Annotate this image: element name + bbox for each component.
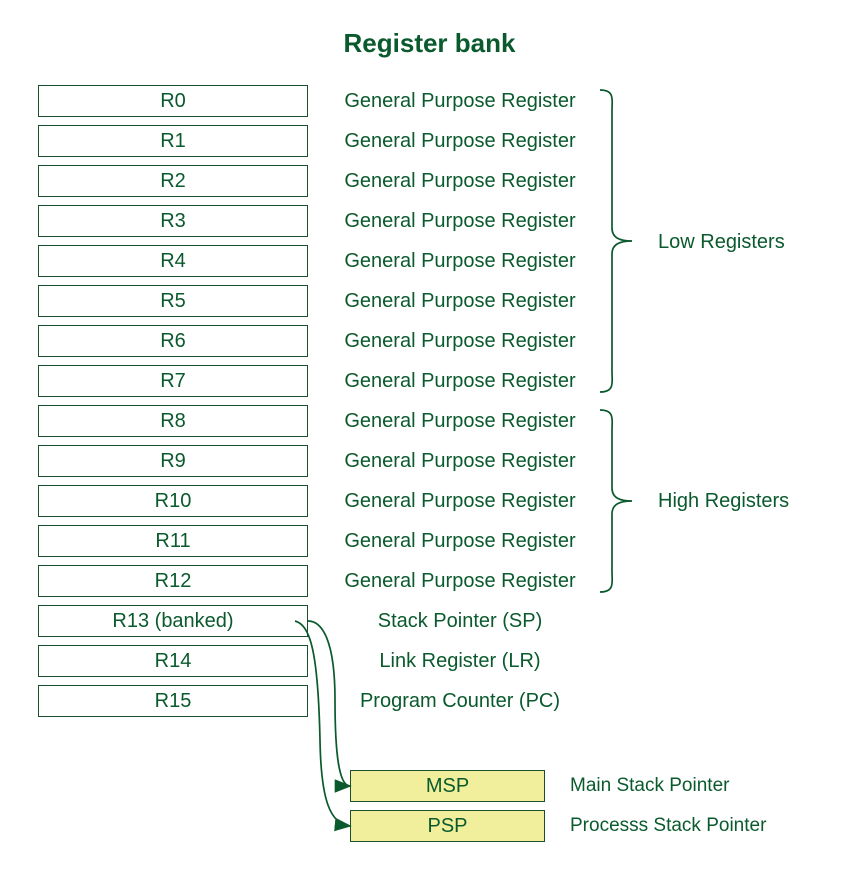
reg-r1-desc: General Purpose Register [325, 125, 595, 157]
reg-r4-desc: General Purpose Register [325, 245, 595, 277]
reg-r10-label: R10 [155, 490, 192, 513]
reg-r12-desc: General Purpose Register [325, 565, 595, 597]
reg-r9-label: R9 [160, 450, 186, 473]
reg-r8-desc: General Purpose Register [325, 405, 595, 437]
reg-r7-desc: General Purpose Register [325, 365, 595, 397]
reg-r8-label: R8 [160, 410, 186, 433]
reg-r2-label: R2 [160, 170, 186, 193]
sp-psp: PSP [350, 810, 545, 842]
reg-r14-label: R14 [155, 650, 192, 673]
reg-r5-desc: General Purpose Register [325, 285, 595, 317]
reg-r10-desc: General Purpose Register [325, 485, 595, 517]
reg-r0: R0 [38, 85, 308, 117]
reg-r3-desc: General Purpose Register [325, 205, 595, 237]
reg-r15-label: R15 [155, 690, 192, 713]
reg-r7-label: R7 [160, 370, 186, 393]
reg-r9: R9 [38, 445, 308, 477]
sp-psp-label: PSP [427, 815, 467, 838]
sp-msp-label: MSP [426, 775, 469, 798]
sp-msp: MSP [350, 770, 545, 802]
brace-low-icon [600, 90, 632, 392]
reg-r3: R3 [38, 205, 308, 237]
reg-r8: R8 [38, 405, 308, 437]
reg-r0-desc: General Purpose Register [325, 85, 595, 117]
reg-r11-label: R11 [155, 530, 190, 553]
reg-r5-label: R5 [160, 290, 186, 313]
reg-r0-label: R0 [160, 90, 186, 113]
register-bank-diagram: Register bank R0 General Purpose Registe… [0, 0, 859, 882]
reg-r3-label: R3 [160, 210, 186, 233]
reg-r4-label: R4 [160, 250, 186, 273]
diagram-title: Register bank [0, 28, 859, 59]
sp-psp-desc: Processs Stack Pointer [570, 810, 830, 842]
reg-r12-label: R12 [155, 570, 192, 593]
reg-r7: R7 [38, 365, 308, 397]
reg-r1: R1 [38, 125, 308, 157]
reg-r12: R12 [38, 565, 308, 597]
reg-r14-desc: Link Register (LR) [325, 645, 595, 677]
reg-r6: R6 [38, 325, 308, 357]
low-registers-label: Low Registers [658, 231, 785, 254]
reg-r13-label: R13 (banked) [112, 610, 233, 633]
reg-r14: R14 [38, 645, 308, 677]
reg-r9-desc: General Purpose Register [325, 445, 595, 477]
sp-msp-desc: Main Stack Pointer [570, 770, 830, 802]
reg-r13-desc: Stack Pointer (SP) [325, 605, 595, 637]
brace-high-icon [600, 410, 632, 592]
reg-r11-desc: General Purpose Register [325, 525, 595, 557]
reg-r6-label: R6 [160, 330, 186, 353]
reg-r2-desc: General Purpose Register [325, 165, 595, 197]
reg-r5: R5 [38, 285, 308, 317]
reg-r13: R13 (banked) [38, 605, 308, 637]
reg-r1-label: R1 [160, 130, 186, 153]
reg-r10: R10 [38, 485, 308, 517]
reg-r11: R11 [38, 525, 308, 557]
reg-r2: R2 [38, 165, 308, 197]
reg-r15: R15 [38, 685, 308, 717]
reg-r6-desc: General Purpose Register [325, 325, 595, 357]
reg-r15-desc: Program Counter (PC) [325, 685, 595, 717]
reg-r4: R4 [38, 245, 308, 277]
high-registers-label: High Registers [658, 490, 789, 513]
